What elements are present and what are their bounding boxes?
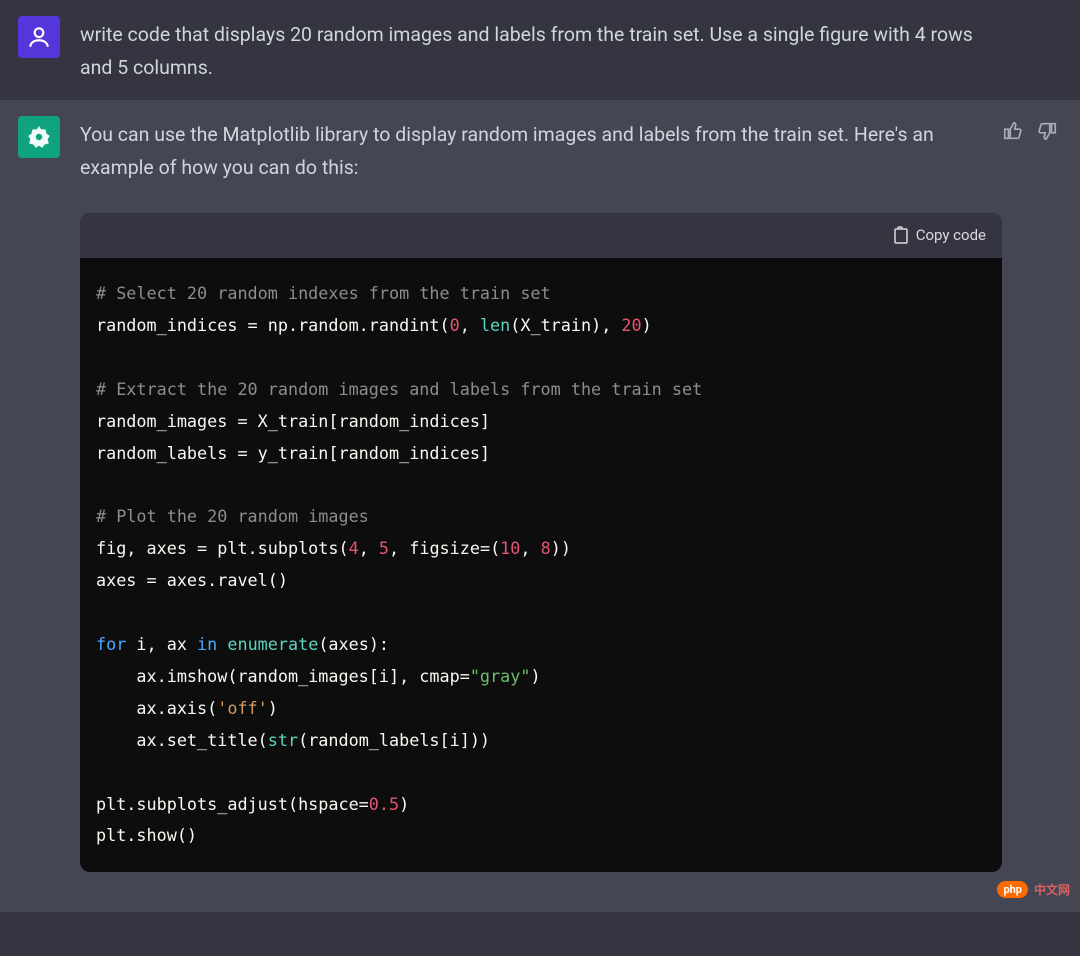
code-block: Copy code # Select 20 random indexes fro… bbox=[80, 213, 1002, 873]
watermark-logo: php bbox=[997, 881, 1028, 898]
assistant-message: You can use the Matplotlib library to di… bbox=[0, 100, 1080, 912]
copy-code-button[interactable]: Copy code bbox=[892, 223, 986, 249]
user-icon bbox=[26, 24, 52, 50]
watermark: php 中文网 bbox=[997, 881, 1070, 898]
code-content: # Select 20 random indexes from the trai… bbox=[80, 258, 1002, 872]
user-message-text: write code that displays 20 random image… bbox=[80, 16, 1062, 84]
openai-icon bbox=[26, 124, 52, 150]
copy-code-label: Copy code bbox=[916, 223, 986, 249]
assistant-message-content: You can use the Matplotlib library to di… bbox=[80, 116, 1062, 872]
thumbs-down-button[interactable] bbox=[1036, 120, 1058, 142]
thumbs-up-icon bbox=[1002, 120, 1024, 142]
assistant-avatar bbox=[18, 116, 60, 158]
assistant-intro-text: You can use the Matplotlib library to di… bbox=[80, 118, 1002, 184]
thumbs-down-icon bbox=[1036, 120, 1058, 142]
code-header: Copy code bbox=[80, 213, 1002, 259]
watermark-text: 中文网 bbox=[1034, 881, 1070, 898]
thumbs-up-button[interactable] bbox=[1002, 120, 1024, 142]
clipboard-icon bbox=[892, 226, 908, 244]
user-avatar bbox=[18, 16, 60, 58]
feedback-buttons bbox=[1002, 120, 1058, 142]
user-message: write code that displays 20 random image… bbox=[0, 0, 1080, 100]
